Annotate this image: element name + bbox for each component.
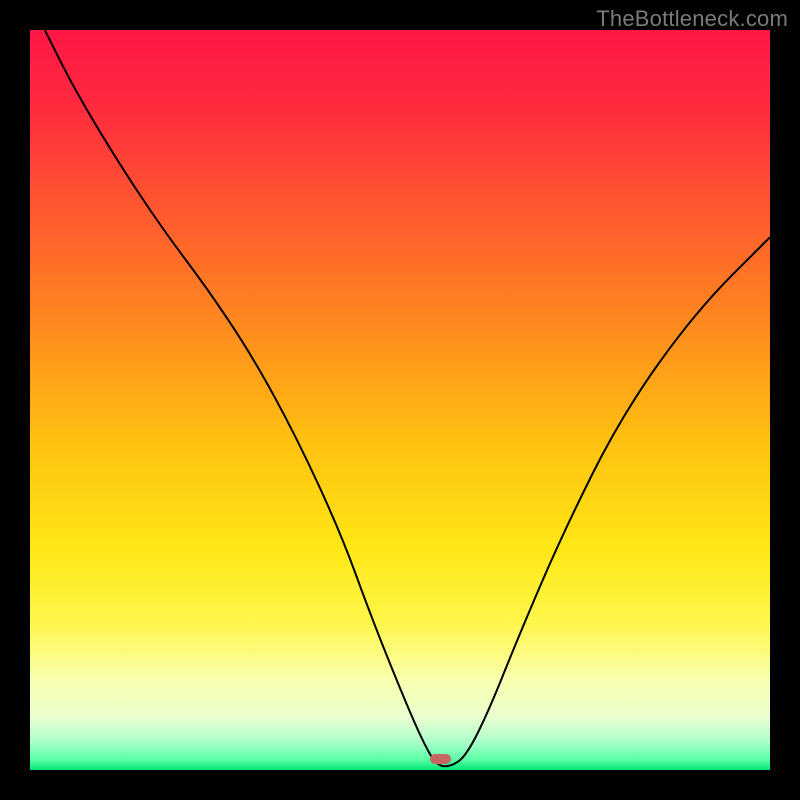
watermark-text: TheBottleneck.com [596,6,788,32]
chart-frame [30,30,770,770]
optimal-point-marker [430,754,451,764]
bottleneck-curve [30,30,770,770]
